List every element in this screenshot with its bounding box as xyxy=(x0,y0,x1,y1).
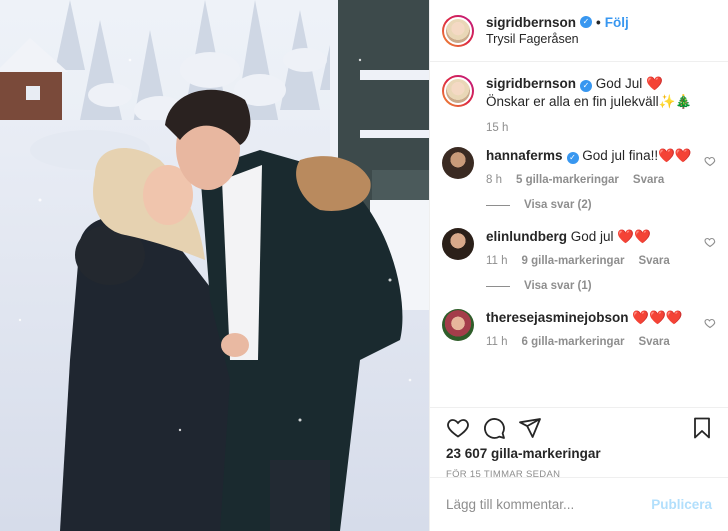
comment-like-heart-icon[interactable] xyxy=(704,155,716,167)
location-link[interactable]: Trysil Fageråsen xyxy=(486,31,629,48)
comment-body: theresejasminejobson ❤️❤️❤️ 11 h 6 gilla… xyxy=(486,309,712,349)
view-replies-button[interactable]: Visa svar (1) xyxy=(486,277,694,295)
author-info: sigridbernson ✓ • Följ Trysil Fageråsen xyxy=(486,14,629,48)
comment-row: hannaferms ✓ God jul fina!!❤️❤️ 8 h 5 gil… xyxy=(430,147,728,214)
comment-avatar[interactable] xyxy=(442,228,474,260)
comment-username[interactable]: hannaferms xyxy=(486,148,563,163)
reply-button[interactable]: Svara xyxy=(633,173,664,187)
likes-count[interactable]: 23 607 gilla-markeringar xyxy=(446,446,712,461)
caption-username[interactable]: sigridbernson xyxy=(486,76,576,91)
comment-like-heart-icon[interactable] xyxy=(704,236,716,248)
post-actions: 23 607 gilla-markeringar FÖR 15 TIMMAR S… xyxy=(430,407,728,480)
comment-avatar[interactable] xyxy=(442,147,474,179)
comment-avatar[interactable] xyxy=(442,309,474,341)
comment-row: elinlundberg God jul ❤️❤️ 11 h 9 gilla-m… xyxy=(430,228,728,295)
action-icons xyxy=(446,412,712,444)
author-username[interactable]: sigridbernson xyxy=(486,14,576,31)
verified-badge-icon: ✓ xyxy=(566,152,579,164)
post-side-panel: sigridbernson ✓ • Följ Trysil Fageråsen … xyxy=(429,0,728,531)
view-replies-label: Visa svar (1) xyxy=(524,280,592,292)
post-header: sigridbernson ✓ • Följ Trysil Fageråsen xyxy=(430,0,728,62)
post-photo[interactable] xyxy=(0,0,429,531)
reply-button[interactable]: Svara xyxy=(638,254,669,268)
add-comment-input[interactable] xyxy=(446,497,652,512)
comment-likes[interactable]: 6 gilla-markeringar xyxy=(522,335,625,349)
replies-divider xyxy=(486,285,510,287)
comment-likes[interactable]: 5 gilla-markeringar xyxy=(516,173,619,187)
comment-like-heart-icon[interactable] xyxy=(704,317,716,329)
reply-button[interactable]: Svara xyxy=(638,335,669,349)
bookmark-icon[interactable] xyxy=(690,416,714,440)
instagram-post: sigridbernson ✓ • Följ Trysil Fageråsen … xyxy=(0,0,728,531)
comment-icon[interactable] xyxy=(482,416,506,440)
replies-divider xyxy=(486,204,510,206)
comment-username[interactable]: elinlundberg xyxy=(486,229,567,244)
view-replies-label: Visa svar (2) xyxy=(524,199,592,211)
add-comment-bar: Publicera xyxy=(430,477,728,531)
caption-row: sigridbernson ✓ God Jul ❤️ Önskar er alla… xyxy=(430,75,728,135)
comment-time[interactable]: 8 h xyxy=(486,173,502,187)
publish-button[interactable]: Publicera xyxy=(651,497,712,512)
share-icon[interactable] xyxy=(518,416,542,440)
comment-body: elinlundberg God jul ❤️❤️ 11 h 9 gilla-m… xyxy=(486,228,712,295)
heart-icon[interactable] xyxy=(446,416,470,440)
comment-body: hannaferms ✓ God jul fina!!❤️❤️ 8 h 5 gil… xyxy=(486,147,712,214)
caption-avatar[interactable] xyxy=(442,75,474,107)
comment-text: ❤️❤️❤️ xyxy=(628,310,683,325)
author-avatar[interactable] xyxy=(442,14,474,47)
comment-text: God jul fina!!❤️❤️ xyxy=(578,148,692,163)
comment-text: God jul ❤️❤️ xyxy=(567,229,651,244)
comment-time[interactable]: 11 h xyxy=(486,335,508,349)
comment-time[interactable]: 11 h xyxy=(486,254,508,268)
comments-list: sigridbernson ✓ God Jul ❤️ Önskar er alla… xyxy=(430,75,728,349)
comment-row: theresejasminejobson ❤️❤️❤️ 11 h 6 gilla… xyxy=(430,309,728,349)
caption-time[interactable]: 15 h xyxy=(486,121,508,135)
follow-button[interactable]: Följ xyxy=(605,14,629,31)
verified-badge-icon: ✓ xyxy=(580,16,593,28)
verified-badge-icon: ✓ xyxy=(580,80,593,92)
caption-body: sigridbernson ✓ God Jul ❤️ Önskar er alla… xyxy=(486,75,712,135)
comment-username[interactable]: theresejasminejobson xyxy=(486,310,629,325)
photo-couple-kissing-in-snow xyxy=(0,0,429,531)
follow-separator: • xyxy=(596,14,601,30)
comment-likes[interactable]: 9 gilla-markeringar xyxy=(522,254,625,268)
view-replies-button[interactable]: Visa svar (2) xyxy=(486,196,694,214)
